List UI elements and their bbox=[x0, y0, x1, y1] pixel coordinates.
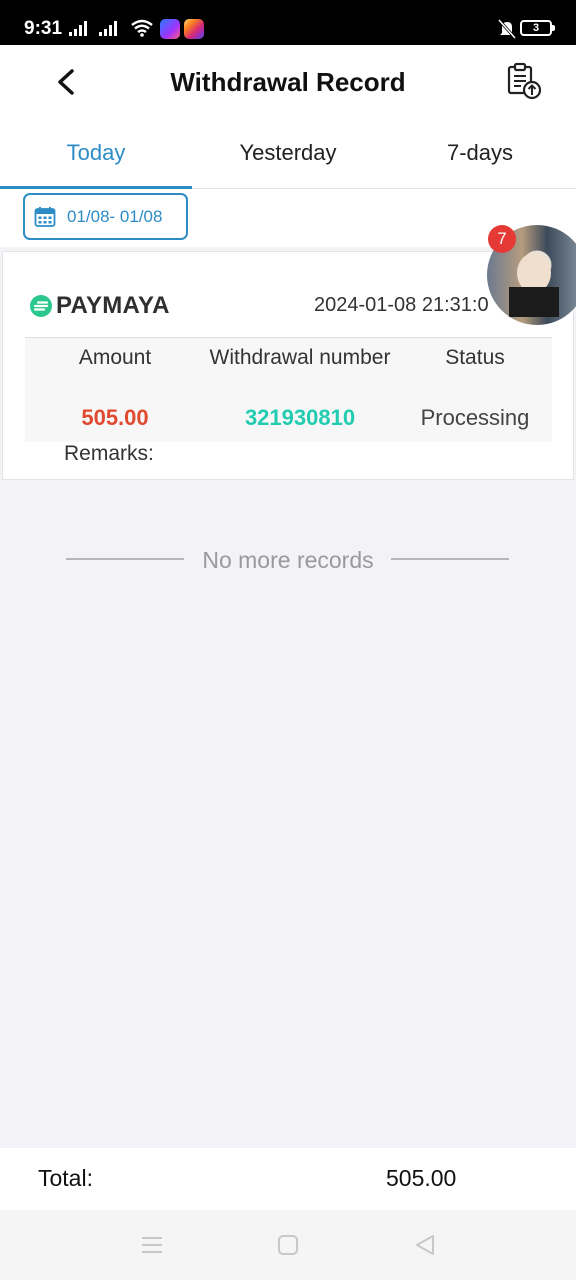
record-details: Amount Withdrawal number Status 505.00 3… bbox=[25, 337, 552, 442]
date-tabs: Today Yesterday 7-days bbox=[0, 119, 576, 189]
withdrawal-number-header: Withdrawal number bbox=[209, 346, 391, 369]
page-title: Withdrawal Record bbox=[170, 67, 406, 97]
date-range-button[interactable]: 01/08- 01/08 bbox=[23, 193, 188, 240]
payment-method: PAYMAYA bbox=[29, 292, 170, 320]
header: Withdrawal Record bbox=[0, 45, 576, 119]
total-footer: Total: 505.00 bbox=[0, 1148, 576, 1210]
status-header: Status bbox=[445, 346, 505, 369]
battery-icon: 3 bbox=[520, 20, 555, 36]
calendar-icon bbox=[34, 206, 56, 227]
total-value: 505.00 bbox=[386, 1165, 457, 1191]
withdrawal-number-value: 321930810 bbox=[244, 405, 356, 430]
system-nav-bar bbox=[0, 1210, 576, 1280]
messenger-icon bbox=[160, 19, 180, 39]
status-time: 9:31 bbox=[24, 18, 63, 39]
date-range-text: 01/08- 01/08 bbox=[67, 206, 163, 226]
mute-icon bbox=[498, 19, 516, 39]
payment-method-name: PAYMAYA bbox=[56, 292, 170, 319]
status-value: Processing bbox=[420, 405, 530, 430]
wifi-icon bbox=[131, 19, 153, 37]
amount-value: 505.00 bbox=[81, 405, 149, 430]
status-bar: 9:31 3 bbox=[0, 0, 576, 45]
tab-today[interactable]: Today bbox=[0, 119, 192, 189]
record-time: 2024-01-08 21:31:0 bbox=[314, 294, 489, 316]
instagram-icon bbox=[184, 19, 204, 39]
no-more-records: No more records bbox=[0, 545, 576, 579]
clipboard-upload-icon[interactable] bbox=[504, 61, 544, 101]
no-more-records-text: No more records bbox=[202, 547, 374, 573]
paymaya-logo-icon bbox=[30, 295, 52, 317]
tab-yesterday[interactable]: Yesterday bbox=[192, 119, 384, 188]
back-icon[interactable] bbox=[413, 1234, 437, 1256]
signal-icon-2 bbox=[99, 21, 117, 36]
amount-header: Amount bbox=[78, 346, 152, 369]
notification-badge: 7 bbox=[488, 225, 516, 253]
tab-7-days[interactable]: 7-days bbox=[384, 119, 576, 188]
remarks-label: Remarks: bbox=[64, 442, 154, 465]
total-label: Total: bbox=[38, 1165, 93, 1191]
floating-chat-avatar[interactable]: 7 bbox=[487, 225, 576, 325]
signal-icon bbox=[69, 21, 87, 36]
menu-icon[interactable] bbox=[140, 1234, 164, 1256]
home-icon[interactable] bbox=[276, 1234, 300, 1256]
divider bbox=[391, 558, 509, 560]
